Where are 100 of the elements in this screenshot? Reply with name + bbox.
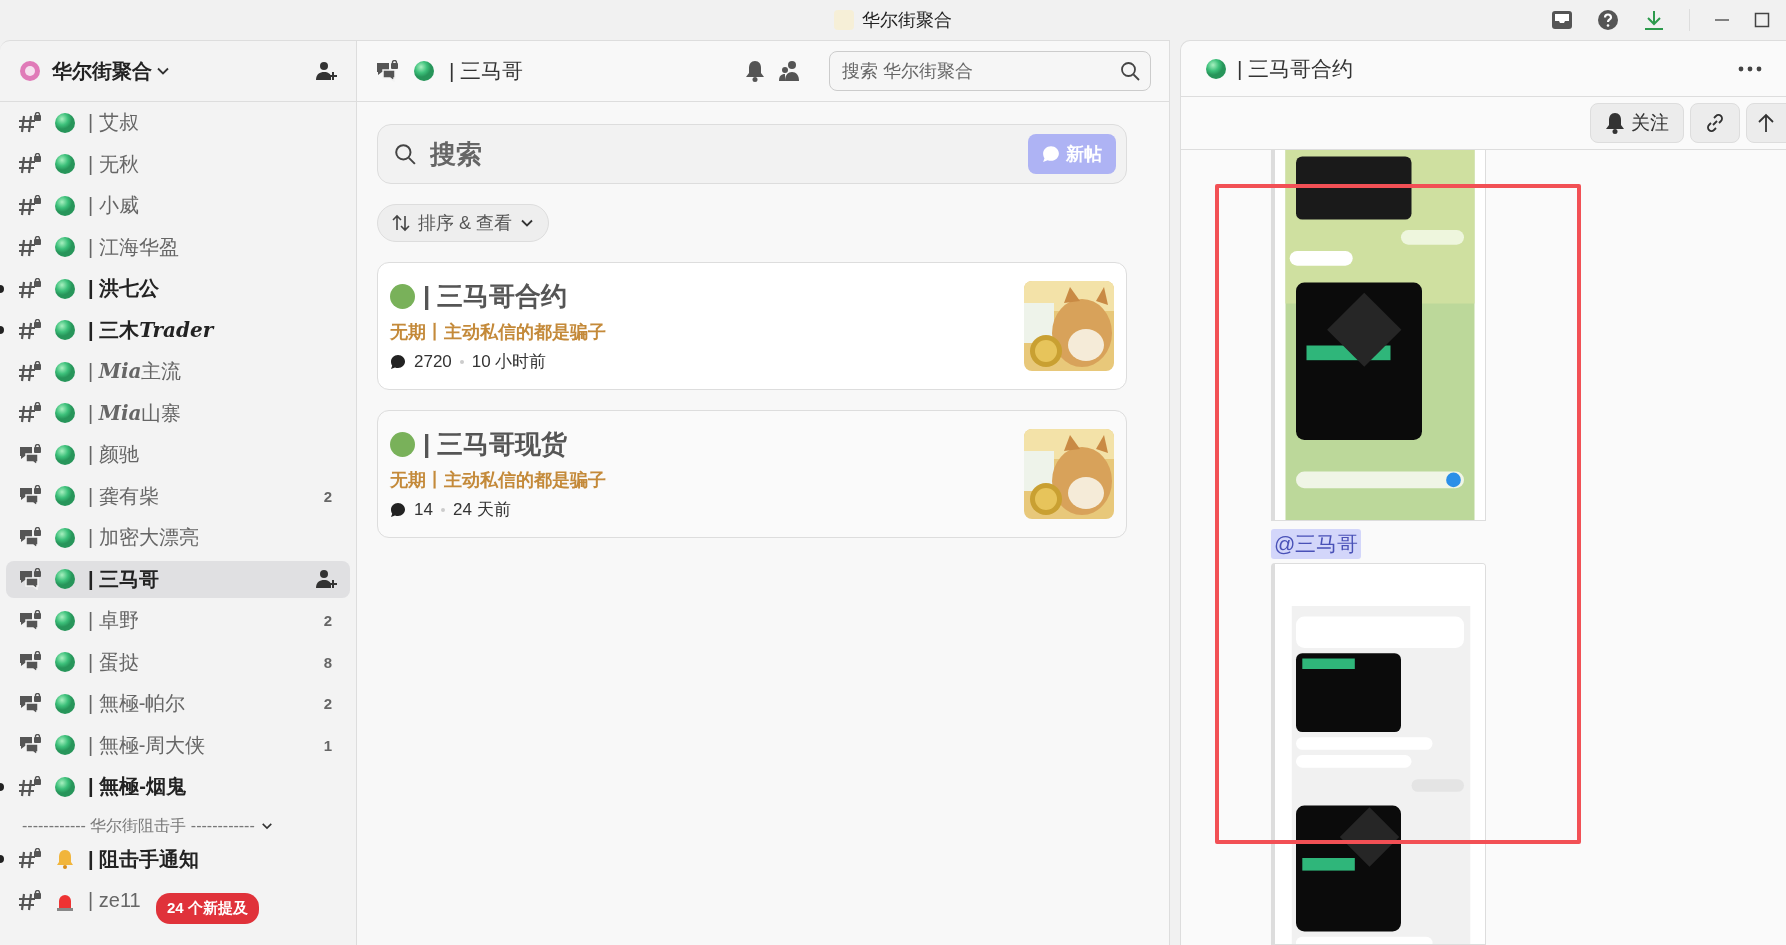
channel-item[interactable]: | 無極-周大侠 1: [6, 726, 350, 764]
unread-count: 8: [323, 653, 333, 671]
inbox-icon[interactable]: [1551, 10, 1573, 30]
maximize-icon[interactable]: [1754, 12, 1770, 28]
locked-forum-icon: [18, 734, 42, 756]
forum-title: | 三马哥: [449, 58, 525, 84]
mentions-badge[interactable]: 24 个新提及: [156, 893, 259, 924]
window-title: 华尔街聚合: [862, 9, 952, 32]
status-orb-icon: [54, 236, 76, 258]
status-orb-icon: [54, 651, 76, 673]
status-orb-icon: [54, 194, 76, 217]
search-icon: [394, 143, 416, 165]
sort-view-button[interactable]: 排序 & 查看: [377, 204, 549, 242]
post-title: | 三马哥现货: [423, 428, 568, 461]
status-orb-icon: [413, 60, 435, 82]
user-mention[interactable]: @三马哥: [1271, 529, 1362, 559]
locked-channel-icon: [18, 889, 42, 912]
locked-forum-icon: [18, 568, 42, 590]
channel-item[interactable]: | 小威: [6, 187, 350, 224]
post-tag: 无期丨主动私信的都是骗子: [390, 320, 1024, 344]
channel-item[interactable]: | 加密大漂亮: [6, 519, 350, 556]
search-box[interactable]: 搜索 华尔街聚合: [829, 51, 1151, 91]
unread-count: 2: [323, 487, 333, 505]
copy-link-button[interactable]: [1690, 103, 1740, 144]
speech-bubble-icon: [1042, 145, 1060, 163]
category-header[interactable]: ------------ 华尔街阻击手 ------------: [22, 815, 255, 837]
app-logo-icon: [834, 10, 854, 30]
status-orb-icon: [54, 485, 76, 507]
post-search-field[interactable]: 搜索: [428, 137, 1016, 171]
channel-item[interactable]: | 艾叔: [6, 104, 350, 141]
status-orb-icon: [54, 526, 76, 549]
post-time: 10 小时前: [471, 351, 547, 373]
channel-item[interactable]: | 龚有柴 2: [6, 477, 350, 515]
channel-item[interactable]: | 颜驰: [6, 436, 350, 473]
post-time: 24 天前: [452, 499, 511, 521]
channel-item[interactable]: | 無極-帕尔 2: [6, 685, 350, 722]
post-card[interactable]: | 三马哥现货 无期丨主动私信的都是骗子 14 24 天前: [377, 410, 1127, 538]
channel-item[interactable]: | 蛋挞 8: [6, 643, 350, 681]
add-member-icon[interactable]: [316, 569, 338, 589]
server-name-menu[interactable]: 华尔街聚合: [52, 57, 170, 85]
status-orb-icon: [54, 775, 76, 798]
server-logo-icon: [18, 59, 42, 83]
locked-forum-icon: [18, 526, 42, 549]
channel-item[interactable]: | Mia主流: [6, 353, 350, 390]
download-icon[interactable]: [1643, 9, 1665, 31]
search-field[interactable]: 搜索 华尔街聚合: [840, 59, 1120, 83]
locked-forum-icon: [18, 443, 42, 466]
status-orb-icon: [54, 111, 76, 134]
help-icon[interactable]: [1597, 9, 1619, 31]
locked-forum-icon: [18, 485, 42, 507]
arrow-up-icon: [1757, 113, 1775, 134]
reply-count: 14: [414, 499, 433, 520]
status-orb-icon: [54, 402, 76, 424]
post-card[interactable]: | 三马哥合约 无期丨主动私信的都是骗子 2720 10 小时前: [377, 262, 1127, 390]
locked-channel-icon: [18, 111, 42, 134]
bell-icon[interactable]: [1605, 112, 1625, 135]
unread-count: 1: [323, 736, 333, 754]
channel-item[interactable]: | Mia山寨: [6, 394, 350, 432]
link-icon: [1705, 113, 1725, 134]
channel-item[interactable]: | 江海华盈: [6, 228, 350, 266]
thread-title: | 三马哥合约: [1237, 55, 1355, 82]
status-orb-icon: [54, 609, 76, 632]
channel-item[interactable]: | 阻击手通知: [6, 840, 212, 878]
forum-icon: [375, 60, 399, 82]
notification-bell-icon[interactable]: [745, 60, 765, 82]
follow-button[interactable]: 关注: [1590, 103, 1684, 144]
unread-count: 2: [323, 612, 333, 629]
locked-forum-icon: [18, 692, 42, 715]
scroll-up-button[interactable]: [1746, 103, 1786, 144]
status-orb-icon: [54, 443, 76, 466]
post-tag: 无期丨主动私信的都是骗子: [390, 468, 1024, 492]
more-icon[interactable]: [1738, 65, 1762, 72]
unread-count: 2: [323, 695, 333, 712]
locked-channel-icon: [18, 360, 42, 383]
locked-channel-icon: [18, 236, 42, 258]
locked-channel-icon: [18, 194, 42, 217]
reply-count: 2720: [414, 351, 452, 372]
status-orb-icon: [54, 360, 76, 383]
add-member-icon[interactable]: [316, 61, 338, 81]
channel-item[interactable]: | 三木Trader: [6, 311, 350, 349]
channel-item[interactable]: | 无秋: [6, 145, 350, 183]
status-orb-icon: [1205, 57, 1227, 80]
status-orb-icon: [54, 319, 76, 341]
bell-icon: [54, 848, 76, 870]
status-orb-icon: [54, 568, 76, 590]
locked-channel-icon: [18, 848, 42, 870]
channel-item[interactable]: | 無極-烟鬼: [6, 768, 350, 805]
comment-icon: [390, 353, 406, 370]
status-orb-icon: [54, 692, 76, 715]
locked-forum-icon: [18, 609, 42, 632]
channel-item[interactable]: | ze11: [6, 882, 153, 919]
locked-channel-icon: [18, 402, 42, 424]
channel-item[interactable]: | 三马哥: [6, 560, 350, 598]
post-title: | 三马哥合约: [423, 280, 568, 313]
channel-item[interactable]: | 洪七公: [6, 270, 350, 307]
status-orb-icon: [54, 277, 76, 300]
locked-channel-icon: [18, 775, 42, 798]
sort-icon: [392, 214, 410, 232]
channel-item[interactable]: | 卓野 2: [6, 602, 350, 639]
comment-icon: [390, 501, 406, 518]
